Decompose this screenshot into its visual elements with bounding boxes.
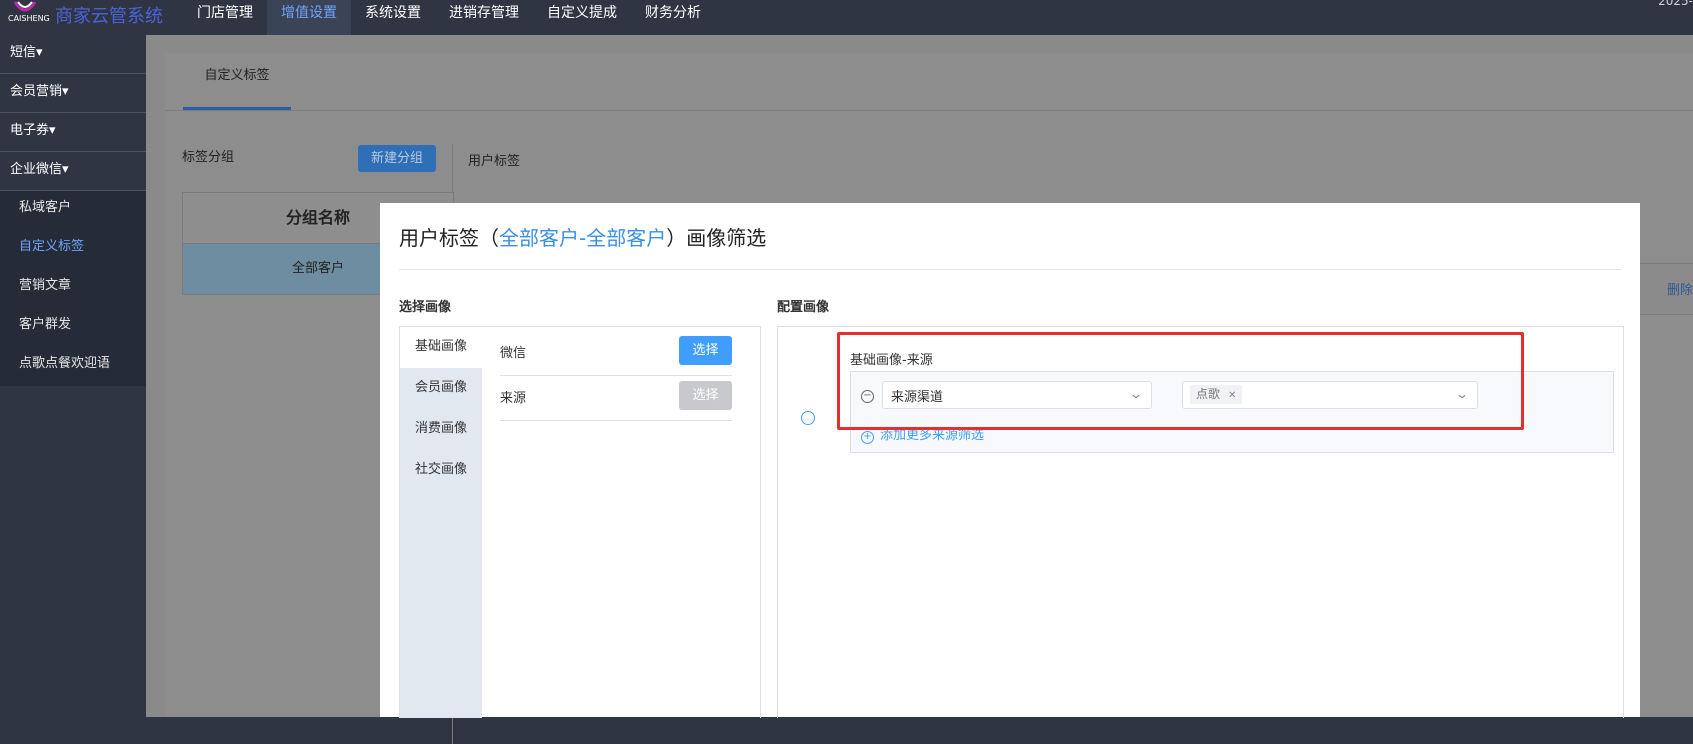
category-member[interactable]: 会员画像 <box>400 368 482 409</box>
delete-link[interactable]: 删除 <box>1667 279 1693 298</box>
option-name: 来源 <box>500 391 527 406</box>
sidebar-group-sms[interactable]: 短信▾ <box>0 35 146 74</box>
new-group-button[interactable]: 新建分组 <box>358 145 436 172</box>
nav-store-management[interactable]: 门店管理 <box>183 0 267 35</box>
option-row-source: 来源 选择 <box>500 372 732 421</box>
nav-value-added-settings[interactable]: 增值设置 <box>267 0 351 35</box>
app-title: 商家云管系统 <box>55 6 163 27</box>
nav-finance-analysis[interactable]: 财务分析 <box>631 0 715 35</box>
portrait-filter-dialog: 用户标签（全部客户-全部客户）画像筛选 选择画像 配置画像 基础画像 会员画像 … <box>380 203 1640 718</box>
category-basic[interactable]: 基础画像 <box>400 327 482 368</box>
sidebar-item-customer-broadcast[interactable]: 客户群发 <box>0 308 146 347</box>
category-consumption[interactable]: 消费画像 <box>400 409 482 450</box>
add-more-label: 添加更多来源筛选 <box>880 428 985 443</box>
top-nav: 门店管理 增值设置 系统设置 进销存管理 自定义提成 财务分析 <box>183 0 715 35</box>
nav-system-settings[interactable]: 系统设置 <box>351 0 435 35</box>
highlight-frame <box>837 332 1524 430</box>
config-portrait-label: 配置画像 <box>777 300 830 315</box>
portrait-category-list: 基础画像 会员画像 消费画像 社交画像 <box>400 327 482 718</box>
top-bar: CAISHENG 商家云管系统 门店管理 增值设置 系统设置 进销存管理 自定义… <box>0 0 1693 35</box>
sidebar-group-member-marketing[interactable]: 会员营销▾ <box>0 74 146 113</box>
select-source-button[interactable]: 选择 <box>679 381 732 410</box>
option-row-wechat: 微信 选择 <box>500 327 732 376</box>
sidebar: 短信▾ 会员营销▾ 电子券▾ 企业微信▾ 私域客户 自定义标签 营销文章 客户群… <box>0 35 146 717</box>
dialog-divider <box>399 269 1621 270</box>
tab-custom-tags[interactable]: 自定义标签 <box>183 53 291 110</box>
nav-custom-commission[interactable]: 自定义提成 <box>533 0 631 35</box>
nav-inventory-management[interactable]: 进销存管理 <box>435 0 533 35</box>
sidebar-item-welcome-message[interactable]: 点歌点餐欢迎语 <box>0 347 146 386</box>
tab-strip: 自定义标签 <box>165 53 1693 111</box>
dialog-title-prefix: 用户标签（ <box>399 226 499 250</box>
sidebar-item-private-customers[interactable]: 私域客户 <box>0 191 146 230</box>
sidebar-group-wecom[interactable]: 企业微信▾ <box>0 152 146 191</box>
sidebar-item-custom-tags[interactable]: 自定义标签 <box>0 230 146 269</box>
logo-text: CAISHENG <box>8 14 50 23</box>
select-wechat-button[interactable]: 选择 <box>679 336 732 365</box>
dialog-title-suffix: ）画像筛选 <box>666 226 767 250</box>
select-portrait-panel: 基础画像 会员画像 消费画像 社交画像 微信 选择 来源 选择 <box>399 326 761 718</box>
dialog-title-highlight: 全部客户-全部客户 <box>499 226 667 250</box>
sidebar-item-marketing-articles[interactable]: 营销文章 <box>0 269 146 308</box>
radio-button[interactable] <box>801 411 815 425</box>
top-date: 2025- <box>1658 0 1693 8</box>
tag-group-label: 标签分组 <box>182 150 235 165</box>
add-circle-icon: + <box>861 431 874 444</box>
dialog-title: 用户标签（全部客户-全部客户）画像筛选 <box>399 222 766 251</box>
user-tag-label: 用户标签 <box>468 154 521 169</box>
select-portrait-label: 选择画像 <box>399 300 452 315</box>
category-social[interactable]: 社交画像 <box>400 450 482 491</box>
option-name: 微信 <box>500 346 527 361</box>
sidebar-submenu: 私域客户 自定义标签 营销文章 客户群发 点歌点餐欢迎语 <box>0 191 146 386</box>
sidebar-group-e-coupon[interactable]: 电子券▾ <box>0 113 146 152</box>
